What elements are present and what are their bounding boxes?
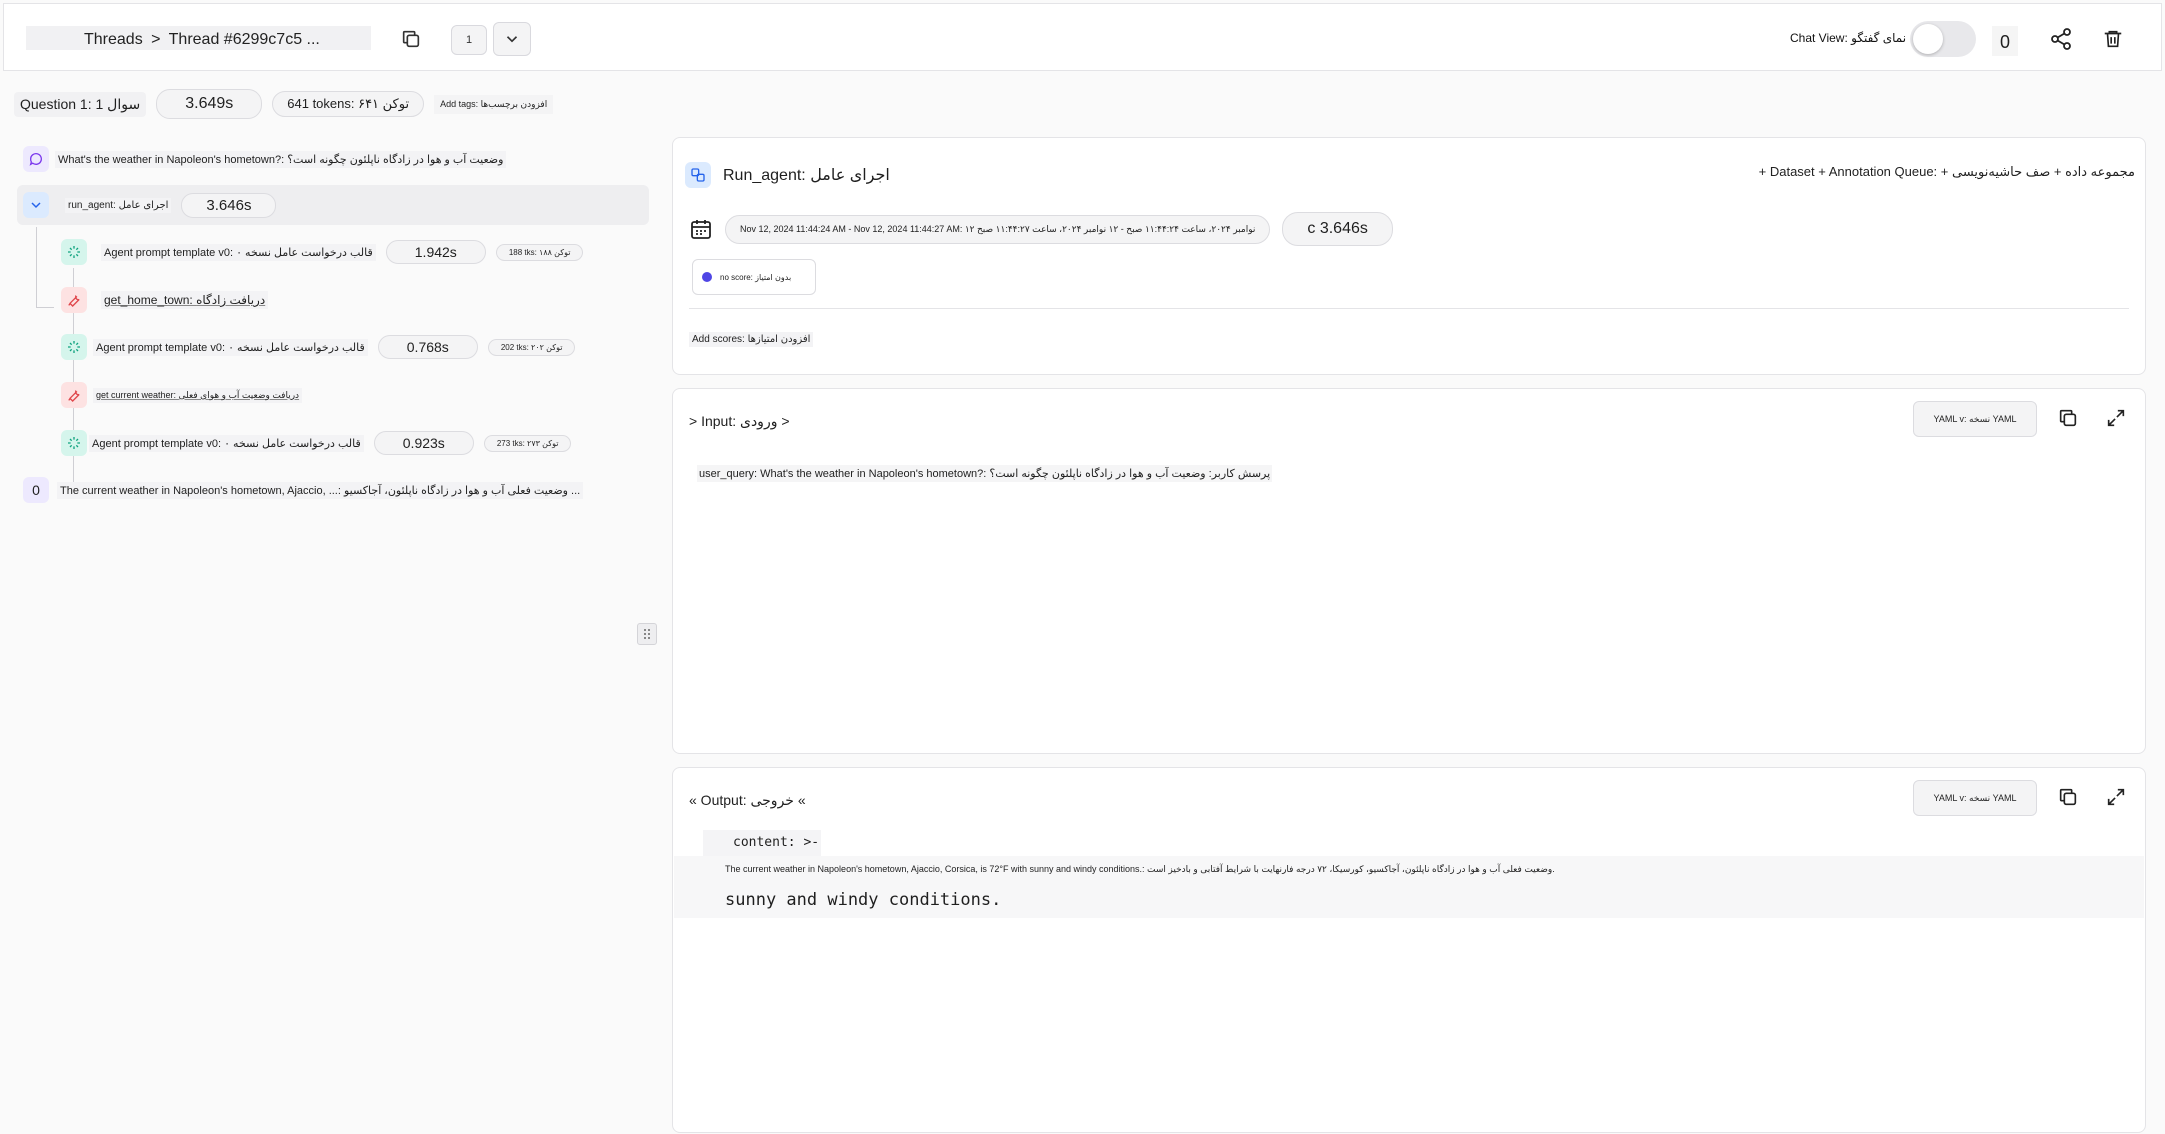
run-agent-node[interactable]: run_agent: اجرای عامل 3.646s: [23, 192, 277, 218]
divider: [689, 308, 2129, 309]
trace-step-tool[interactable]: get_home_town: دریافت زادگاه: [61, 287, 269, 313]
run-title: Run_agent: اجرای عامل: [685, 162, 890, 188]
trace-step-label: Agent prompt template v0: قالب درخواست ع…: [89, 434, 364, 452]
wrench-icon: [61, 382, 87, 408]
toggle-knob: [1913, 24, 1943, 54]
share-button[interactable]: [2044, 22, 2078, 56]
thread-dropdown-button[interactable]: [493, 22, 531, 56]
copy-icon: [402, 30, 420, 48]
add-to-dataset-button[interactable]: + Dataset + Annotation Queue: + مجموعه د…: [1759, 164, 2135, 180]
trace-step-label: Agent prompt template v0: قالب درخواست ع…: [101, 243, 376, 261]
thread-count: 0: [1992, 26, 2018, 56]
breadcrumb: Threads > Thread #6299c7c5 ...: [26, 26, 371, 50]
chevron-down-icon[interactable]: [23, 192, 49, 218]
score-dot: [702, 272, 712, 282]
trace-step-latency: 0.768s: [377, 335, 478, 359]
tree-connector: [36, 307, 54, 308]
run-detail-card: Run_agent: اجرای عامل + Dataset + Annota…: [672, 137, 2146, 375]
breadcrumb-threads-link[interactable]: Threads: [84, 31, 143, 48]
breadcrumb-separator: >: [151, 31, 161, 48]
run-name: Run_agent: اجرای عامل: [723, 167, 890, 184]
chat-view-toggle[interactable]: [1910, 21, 1976, 57]
input-format-select[interactable]: YAML v: نسخه YAML: [1913, 401, 2037, 437]
user-message-label: What's the weather in Napoleon's hometow…: [55, 150, 507, 168]
share-icon: [2051, 28, 2071, 50]
panel-resize-handle[interactable]: [637, 623, 657, 645]
final-output-label: The current weather in Napoleon's hometo…: [57, 481, 584, 499]
run-agent-label: run_agent: اجرای عامل: [65, 197, 172, 213]
trace-step-tokens: 188 tks: ۱۸۸ توکن: [495, 243, 584, 261]
expand-icon: [2107, 788, 2125, 806]
run-time-row: Nov 12, 2024 11:44:24 AM - Nov 12, 2024 …: [689, 212, 1393, 246]
user-message-node[interactable]: What's the weather in Napoleon's hometow…: [23, 146, 507, 172]
add-scores-button[interactable]: Add scores: افزودن امتیازها: [689, 332, 814, 347]
copy-icon: [2059, 788, 2077, 806]
input-section-toggle[interactable]: > Input: ورودی >: [689, 413, 790, 430]
sparkle-icon: [61, 334, 87, 360]
trace-step-tokens: 202 tks: ۲۰۲ توکن: [487, 338, 576, 356]
run-agent-latency: 3.646s: [181, 192, 277, 218]
trace-panel: Question 1: سوال 1 3.649s 641 tokens: تو…: [3, 72, 663, 1131]
question-label: Question 1: سوال 1: [14, 91, 147, 117]
trace-step-llm[interactable]: Agent prompt template v0: قالب درخواست ع…: [61, 334, 576, 360]
copy-output-button[interactable]: [2053, 782, 2083, 812]
trace-step-tokens: 273 tks: ۲۷۳ توکن: [483, 434, 572, 452]
question-latency: 3.649s: [156, 89, 263, 119]
trace-step-latency: 0.923s: [373, 431, 474, 455]
trace-step-label: Agent prompt template v0: قالب درخواست ع…: [93, 338, 368, 356]
delete-button[interactable]: [2096, 22, 2130, 56]
input-card: > Input: ورودی > YAML v: نسخه YAML user_…: [672, 388, 2146, 754]
question-tokens: 641 tokens: توکن ۶۴۱: [272, 91, 425, 117]
chat-icon: [23, 146, 49, 172]
output-content-line: sunny and windy conditions.: [725, 890, 1002, 910]
score-chip[interactable]: no score: بدون امتیاز: [692, 259, 816, 295]
copy-input-button[interactable]: [2053, 403, 2083, 433]
copy-icon: [2059, 409, 2077, 427]
output-card: « Output: خروجی « YAML v: نسخه YAML cont…: [672, 767, 2146, 1133]
sparkle-icon: [61, 239, 87, 265]
output-content-line: The current weather in Napoleon's hometo…: [725, 864, 1555, 874]
tree-connector: [36, 227, 37, 307]
output-format-select[interactable]: YAML v: نسخه YAML: [1913, 780, 2037, 816]
expand-output-button[interactable]: [2101, 782, 2131, 812]
breadcrumb-current-thread: Thread #6299c7c5 ...: [168, 31, 320, 48]
run-duration: c 3.646s: [1282, 212, 1393, 246]
trace-step-llm[interactable]: Agent prompt template v0: قالب درخواست ع…: [61, 430, 572, 456]
trash-icon: [2104, 30, 2122, 48]
trace-step-tool[interactable]: get current weather: دریافت وضعیت آب و ه…: [61, 382, 303, 408]
drag-handle-icon: [644, 629, 650, 639]
output-section-toggle[interactable]: « Output: خروجی «: [689, 792, 806, 809]
input-user-query: user_query: What's the weather in Napole…: [697, 465, 1273, 482]
trace-step-latency: 1.942s: [385, 240, 486, 264]
add-tags-button[interactable]: Add tags: افزودن برچسب‌ها: [434, 94, 554, 114]
app-header: Threads > Thread #6299c7c5 ... 1 Chat Vi…: [3, 3, 2162, 71]
page-indicator[interactable]: 1: [451, 25, 487, 55]
final-output-node[interactable]: 0 The current weather in Napoleon's home…: [23, 477, 584, 503]
run-time-range: Nov 12, 2024 11:44:24 AM - Nov 12, 2024 …: [725, 214, 1271, 244]
trace-step-label: get_home_town: دریافت زادگاه: [101, 291, 269, 309]
score-chip-label: no score: بدون امتیاز: [720, 272, 792, 282]
sparkle-icon: [61, 430, 87, 456]
chain-icon: [685, 162, 711, 188]
output-content-key: content: >-: [703, 830, 821, 856]
chevron-down-icon: [506, 36, 518, 43]
expand-input-button[interactable]: [2101, 403, 2131, 433]
wrench-icon: [61, 287, 87, 313]
output-badge: 0: [23, 477, 49, 503]
chat-view-label: Chat View: نمای گفتگو: [1790, 31, 1907, 45]
calendar-icon: [691, 220, 711, 239]
trace-step-llm[interactable]: Agent prompt template v0: قالب درخواست ع…: [61, 239, 584, 265]
trace-step-label: get current weather: دریافت وضعیت آب و ه…: [93, 387, 303, 403]
question-row: Question 1: سوال 1 3.649s 641 tokens: تو…: [14, 89, 554, 119]
copy-thread-button[interactable]: [394, 22, 428, 56]
expand-icon: [2107, 409, 2125, 427]
